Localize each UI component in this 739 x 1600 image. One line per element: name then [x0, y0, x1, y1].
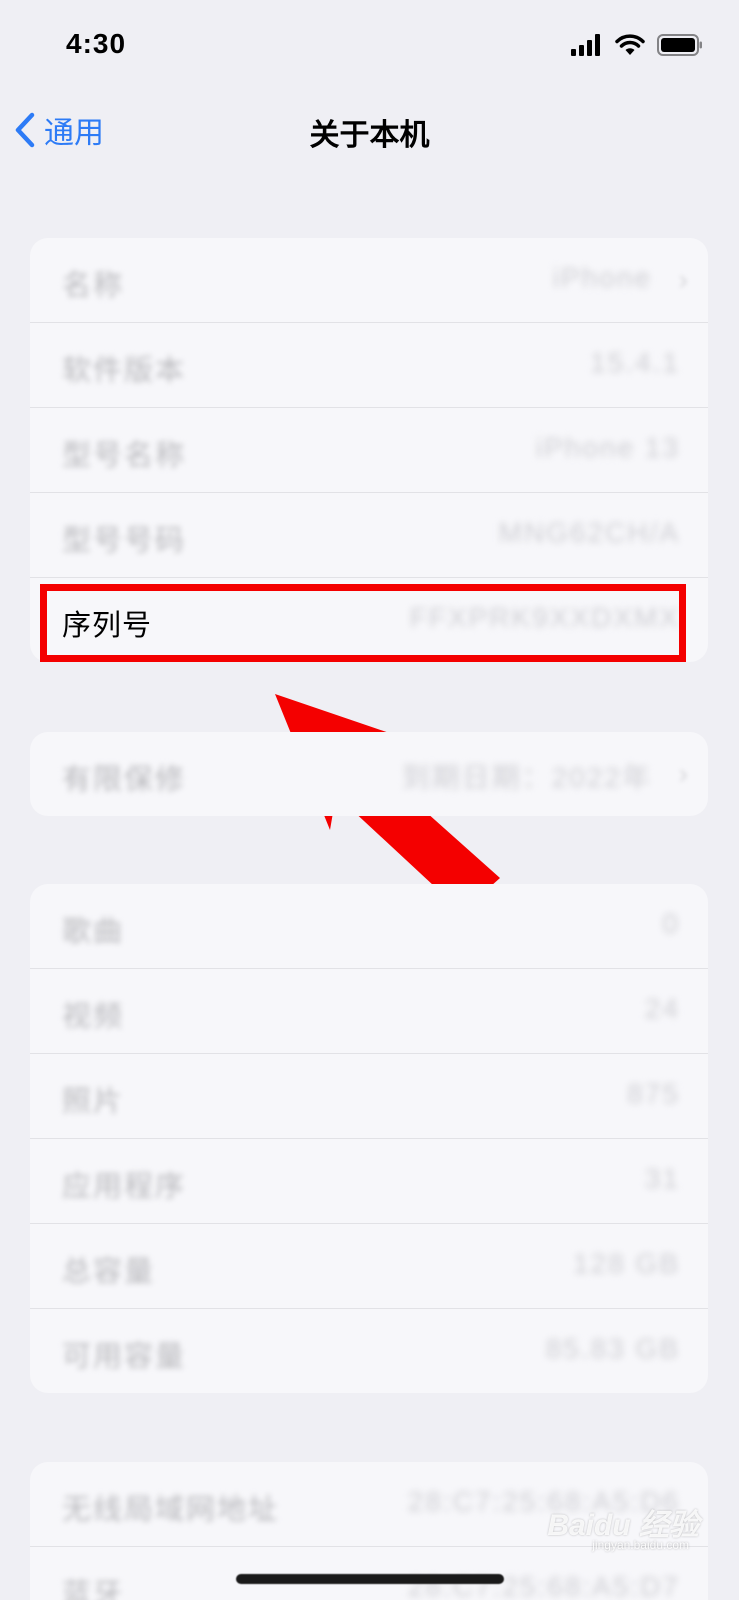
about-phone-screen: 4:30 通用 关于本机 名称 iPhone › 软件版本 15.4.1 型号名…: [0, 0, 739, 1600]
row-value: 85.83 GB: [545, 1333, 680, 1364]
row-label: 应用程序: [62, 1171, 187, 1203]
row-label: 无线局域网地址: [62, 1494, 280, 1526]
navigation-bar: 通用 关于本机: [0, 96, 739, 166]
list-item-available: 可用容量 85.83 GB: [30, 1309, 708, 1393]
wifi-icon: [615, 34, 645, 55]
home-indicator[interactable]: [236, 1574, 504, 1584]
list-item-serial-number[interactable]: 序列号 FFXPRK9XXDXMX: [30, 578, 708, 662]
row-label: 有限保修: [62, 764, 187, 796]
list-item-capacity: 总容量 128 GB: [30, 1224, 708, 1309]
media-storage-group: 歌曲 0 视频 24 照片 875 应用程序 31 总容量 128 GB 可用容…: [30, 884, 708, 1393]
baidu-watermark-url: jingyan.baidu.com: [592, 1538, 689, 1552]
row-label: 歌曲: [62, 916, 125, 948]
list-item-photos: 照片 875: [30, 1054, 708, 1139]
chevron-right-icon: ›: [678, 758, 688, 789]
serial-number-label: 序列号: [62, 610, 153, 642]
row-label: 型号号码: [62, 525, 187, 557]
cellular-signal-icon: [571, 34, 600, 56]
row-value: iPhone: [552, 262, 652, 293]
list-item-videos: 视频 24: [30, 969, 708, 1054]
row-label: 蓝牙: [62, 1579, 125, 1600]
row-value: MNG62CH/A: [498, 517, 680, 548]
list-item-model-number[interactable]: 型号号码 MNG62CH/A: [30, 493, 708, 578]
row-label: 总容量: [62, 1256, 156, 1288]
status-time: 4:30: [66, 28, 127, 59]
warranty-group: 有限保修 到期日期：2022年 ›: [30, 732, 708, 816]
list-item-songs: 歌曲 0: [30, 884, 708, 969]
row-value: 0: [662, 908, 680, 939]
row-value: 24: [644, 993, 680, 1024]
page-title: 关于本机: [309, 119, 430, 152]
row-label: 照片: [62, 1086, 125, 1118]
device-info-group: 名称 iPhone › 软件版本 15.4.1 型号名称 iPhone 13 型…: [30, 238, 708, 662]
list-item-name[interactable]: 名称 iPhone ›: [30, 238, 708, 323]
row-value: 15.4.1: [590, 347, 680, 378]
row-label: 可用容量: [62, 1341, 187, 1373]
list-item-apps: 应用程序 31: [30, 1139, 708, 1224]
row-label: 软件版本: [62, 355, 187, 387]
list-item-software-version: 软件版本 15.4.1: [30, 323, 708, 408]
serial-number-value: FFXPRK9XXDXMX: [409, 602, 680, 633]
row-label: 名称: [62, 270, 125, 302]
row-value: 31: [644, 1163, 680, 1194]
list-item-model-name: 型号名称 iPhone 13: [30, 408, 708, 493]
row-value: 到期日期：2022年: [401, 762, 652, 793]
status-bar: 4:30: [0, 0, 739, 90]
row-value: iPhone 13: [535, 432, 680, 463]
row-value: 128 GB: [573, 1248, 680, 1279]
row-label: 型号名称: [62, 440, 187, 472]
chevron-right-icon: ›: [678, 264, 688, 295]
status-icons: [571, 34, 703, 56]
battery-icon: [657, 34, 702, 56]
row-value: 875: [627, 1078, 680, 1109]
row-label: 视频: [62, 1001, 125, 1033]
list-item-warranty[interactable]: 有限保修 到期日期：2022年 ›: [30, 732, 708, 816]
